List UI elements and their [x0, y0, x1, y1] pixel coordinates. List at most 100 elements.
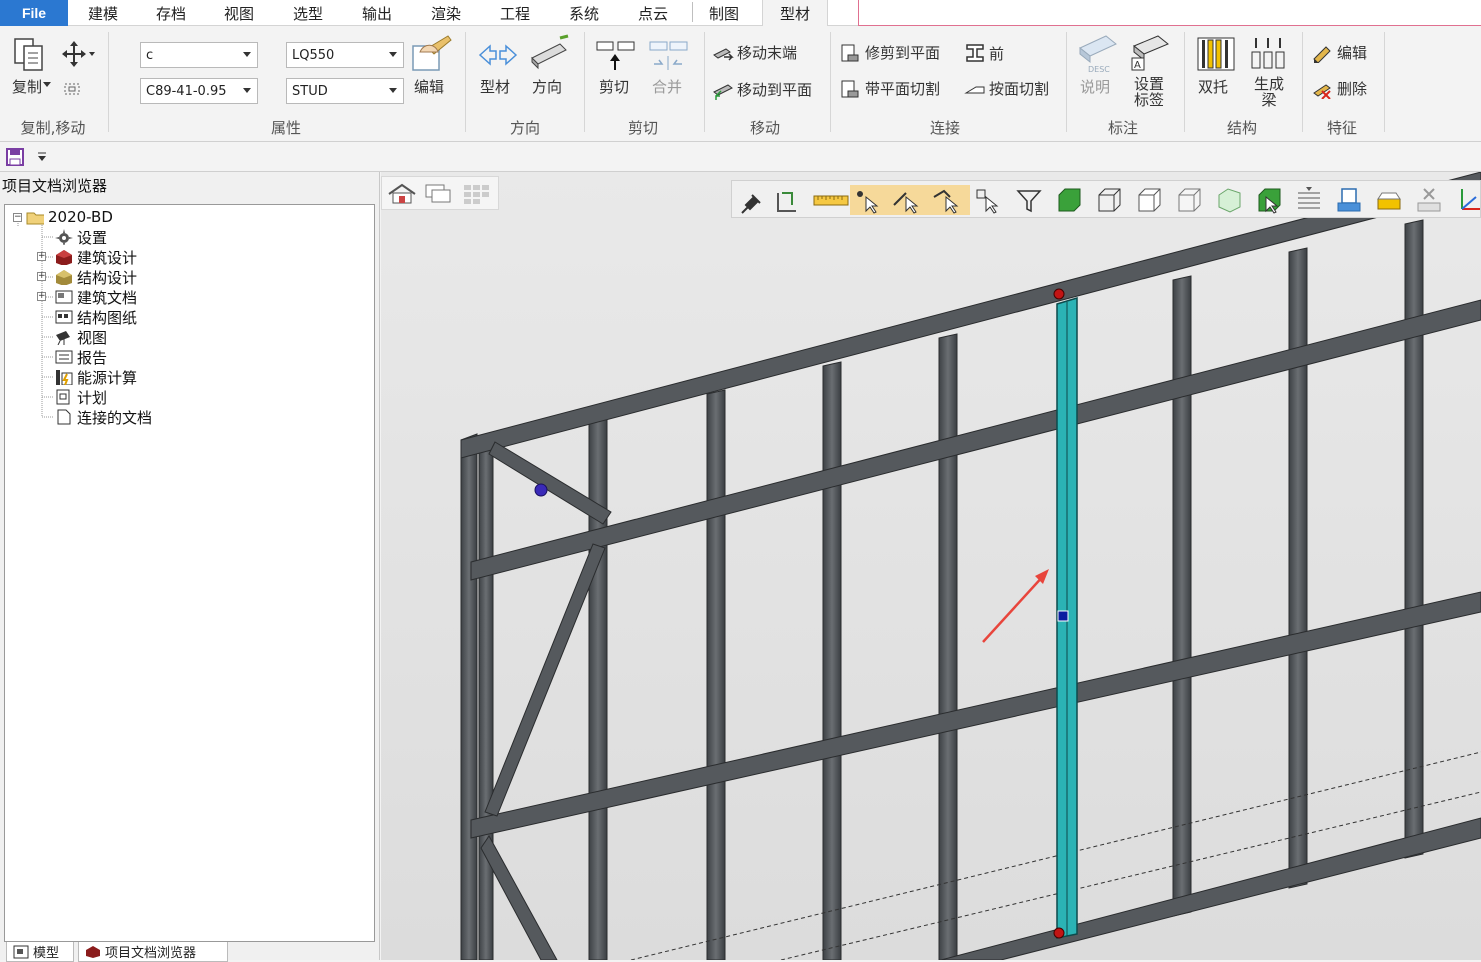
move-to-plane-button[interactable]: 移动到平面 [712, 78, 812, 100]
transparent-view-icon[interactable] [1174, 185, 1204, 215]
trim-to-plane-button[interactable]: 修剪到平面 [840, 42, 940, 63]
tree-item-label: 设置 [77, 228, 108, 247]
tree-item-settings[interactable]: 设置 [55, 227, 107, 247]
customize-dropdown-icon[interactable] [36, 152, 48, 162]
material-select[interactable]: LQ550 [286, 42, 404, 68]
direction-label[interactable]: 方向 [532, 76, 562, 97]
tree-item-arch-docs[interactable]: 建筑文档 [55, 287, 137, 307]
wireframe-view-icon[interactable] [1094, 185, 1124, 215]
axis-icon[interactable] [1454, 185, 1481, 215]
menu-tab-project[interactable]: 工程 [488, 0, 542, 26]
move-button[interactable] [62, 40, 96, 68]
edit-properties-label[interactable]: 编辑 [414, 76, 444, 97]
point-select-icon[interactable] [850, 185, 890, 215]
feature-delete-button[interactable]: 删除 [1312, 78, 1367, 99]
usage-select[interactable]: STUD [286, 78, 404, 104]
expand-icon[interactable]: + [37, 252, 46, 261]
tree-item-linked-docs[interactable]: 连接的文档 [55, 407, 152, 427]
front-button[interactable]: 前 [964, 42, 1004, 64]
tree-item-struct-drawings[interactable]: 结构图纸 [55, 307, 137, 327]
print-plan-icon[interactable] [1334, 185, 1364, 215]
copy-dropdown-arrow[interactable] [43, 82, 51, 87]
move-to-plane-icon [713, 84, 733, 100]
expand-icon[interactable]: + [37, 272, 46, 281]
ruler-icon[interactable] [812, 185, 850, 215]
move-end-button[interactable]: 移动末端 [712, 42, 797, 63]
tab-project-browser[interactable]: 项目文档浏览器 [78, 942, 228, 962]
menu-tab-profile[interactable]: 型材 [762, 0, 828, 27]
generate-beam-button[interactable] [1248, 34, 1288, 74]
profile-button[interactable] [478, 40, 518, 70]
window-view-icon[interactable] [424, 183, 454, 205]
edge-select-icon[interactable] [890, 185, 930, 215]
filter-icon[interactable] [1014, 185, 1044, 215]
menu-tab-render[interactable]: 渲染 [419, 0, 473, 26]
hidden-line-icon[interactable] [1134, 185, 1164, 215]
edit-properties-button[interactable] [410, 34, 452, 74]
tree-item-plan[interactable]: 计划 [55, 387, 107, 407]
object-select-icon[interactable] [974, 185, 1004, 215]
feature-edit-button[interactable]: 编辑 [1312, 42, 1367, 63]
drawing-icon [55, 310, 73, 324]
disabled-view-icon[interactable] [1414, 185, 1444, 215]
shaded-view-icon[interactable] [1054, 185, 1084, 215]
menu-tab-selection[interactable]: 选型 [281, 0, 335, 26]
set-label-button[interactable]: A [1128, 34, 1172, 76]
description-button[interactable]: DESC [1076, 34, 1120, 76]
merge-label[interactable]: 合并 [652, 76, 682, 97]
collapse-icon[interactable]: − [13, 212, 22, 222]
direction-button[interactable] [530, 34, 570, 74]
tree-item-reports[interactable]: 报告 [55, 347, 107, 367]
menu-file[interactable]: File [0, 0, 68, 26]
steel-frame-model[interactable] [381, 172, 1481, 960]
tab-model[interactable]: 模型 [6, 942, 74, 962]
cut-button[interactable] [596, 38, 636, 72]
profile-type-select[interactable]: c [140, 42, 258, 68]
description-label[interactable]: 说明 [1080, 76, 1110, 97]
tree-item-views[interactable]: 视图 [55, 327, 107, 347]
cut-label[interactable]: 剪切 [599, 76, 629, 97]
tree-item-energy[interactable]: 能源计算 [55, 367, 137, 387]
rotate-copy-button[interactable] [64, 82, 82, 96]
menu-tab-drafting[interactable]: 制图 [697, 0, 751, 26]
label-beam-icon: A [1131, 35, 1169, 71]
set-label-label[interactable]: 设置标签 [1132, 76, 1166, 108]
double-support-label[interactable]: 双托 [1198, 76, 1228, 97]
copy-button[interactable] [10, 36, 56, 80]
elevation-view-icon[interactable] [1374, 185, 1404, 215]
tree-item-label: 报告 [77, 348, 108, 367]
double-support-button[interactable] [1194, 34, 1238, 74]
pin-icon[interactable] [736, 185, 766, 215]
home-view-icon[interactable] [386, 183, 418, 205]
generate-beam-label[interactable]: 生成梁 [1252, 76, 1286, 108]
cut-by-face-button[interactable]: 按面切割 [964, 78, 1049, 99]
tree-item-label: 视图 [77, 328, 108, 347]
rotate-selection-icon[interactable] [772, 185, 802, 215]
menu-tab-model[interactable]: 建模 [76, 0, 130, 26]
menu-tab-output[interactable]: 输出 [350, 0, 404, 26]
plane-cut-button[interactable]: 带平面切割 [840, 78, 940, 99]
copy-label[interactable]: 复制 [12, 76, 42, 97]
light-shaded-icon[interactable] [1214, 185, 1244, 215]
profile-label[interactable]: 型材 [480, 76, 510, 97]
selected-stud[interactable] [1053, 288, 1078, 939]
generate-beam-icon [1251, 38, 1285, 69]
menu-tab-pointcloud[interactable]: 点云 [626, 0, 680, 26]
expand-icon[interactable]: + [37, 292, 46, 301]
layer-list-icon[interactable] [1294, 185, 1324, 215]
tree-root[interactable]: − 2020-BD [13, 207, 113, 227]
profile-size-select[interactable]: C89-41-0.95 [140, 78, 258, 104]
menu-tab-system[interactable]: 系统 [557, 0, 611, 26]
menu-tab-archive[interactable]: 存档 [144, 0, 198, 26]
merge-button[interactable] [648, 38, 690, 72]
tree-item-architecture[interactable]: 建筑设计 [55, 247, 137, 267]
face-select-icon[interactable] [930, 185, 970, 215]
tree-item-structure[interactable]: 结构设计 [55, 267, 137, 287]
save-icon[interactable] [6, 148, 24, 166]
grid-view-icon[interactable] [462, 183, 492, 205]
control-point[interactable] [534, 483, 548, 497]
menu-tab-view[interactable]: 视图 [212, 0, 266, 26]
document-icon [55, 290, 73, 304]
section-view-icon[interactable] [1254, 185, 1284, 215]
3d-viewport[interactable] [381, 172, 1481, 960]
